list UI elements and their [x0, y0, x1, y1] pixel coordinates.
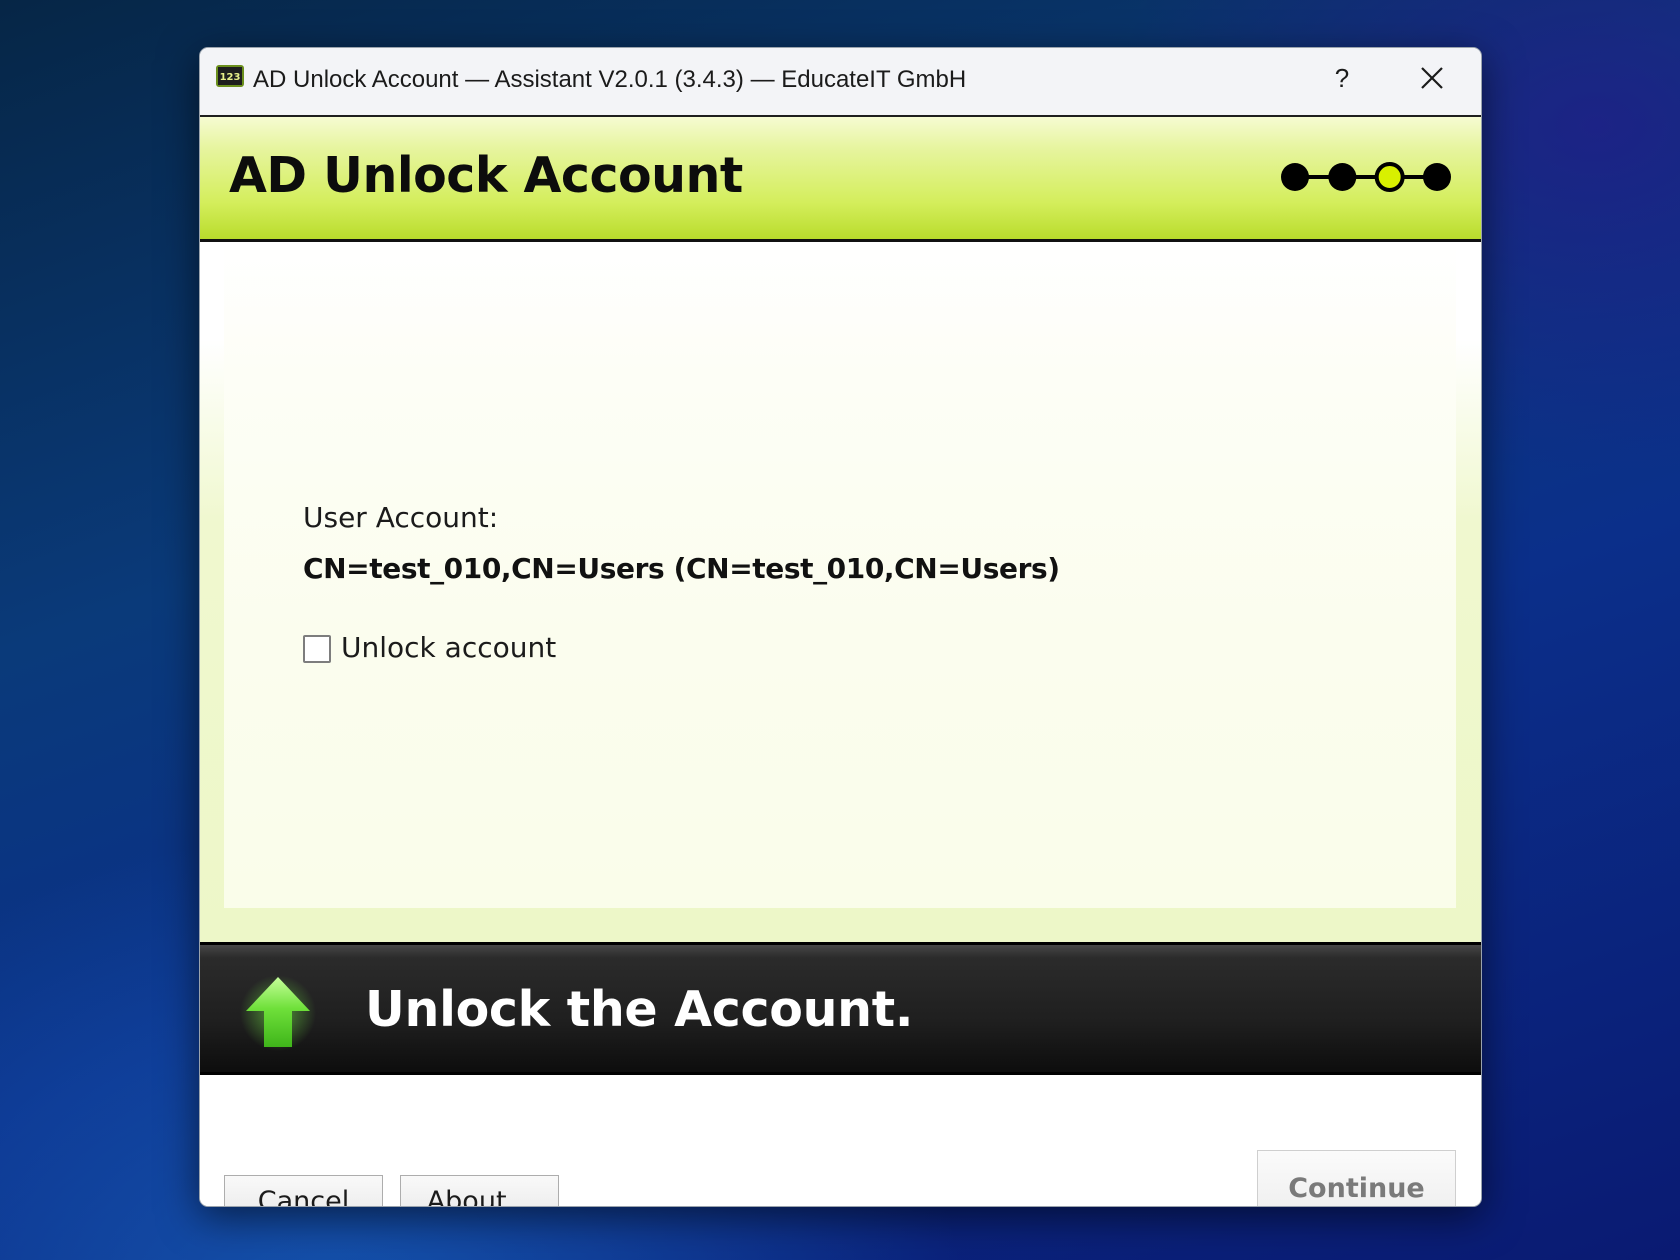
instruction-banner: Unlock the Account. — [200, 942, 1481, 1075]
user-account-label: User Account: — [303, 501, 499, 534]
app-icon-text: 123 — [220, 72, 241, 83]
step-progress-indicator — [1281, 162, 1451, 192]
step-dot — [1328, 163, 1357, 191]
close-icon — [1421, 67, 1443, 89]
step-dot-current — [1374, 162, 1405, 192]
step-dot — [1423, 163, 1451, 191]
cancel-button[interactable]: Cancel — [224, 1175, 383, 1206]
continue-button[interactable]: Continue — [1257, 1150, 1456, 1206]
green-up-arrow-icon — [240, 975, 316, 1051]
content-panel: User Account: CN=test_010,CN=Users (CN=t… — [224, 242, 1456, 908]
help-button[interactable]: ? — [1297, 48, 1387, 108]
content-area: User Account: CN=test_010,CN=Users (CN=t… — [200, 242, 1481, 942]
banner-text: Unlock the Account. — [365, 981, 914, 1038]
header-band: AD Unlock Account — [200, 117, 1481, 242]
close-button[interactable] — [1387, 48, 1477, 108]
footer-bar: Cancel About... Continue — [200, 1075, 1481, 1206]
user-account-value: CN=test_010,CN=Users (CN=test_010,CN=Use… — [303, 552, 1060, 585]
window-title: AD Unlock Account — Assistant V2.0.1 (3.… — [253, 66, 967, 93]
app-icon: 123 — [216, 65, 244, 87]
step-dot — [1281, 163, 1309, 191]
assistant-window: 123 AD Unlock Account — Assistant V2.0.1… — [199, 47, 1482, 1207]
unlock-account-label[interactable]: Unlock account — [341, 631, 556, 664]
unlock-account-checkbox[interactable] — [303, 635, 331, 663]
about-button[interactable]: About... — [400, 1175, 559, 1206]
title-bar: 123 AD Unlock Account — Assistant V2.0.1… — [200, 48, 1481, 117]
page-title: AD Unlock Account — [229, 147, 743, 204]
